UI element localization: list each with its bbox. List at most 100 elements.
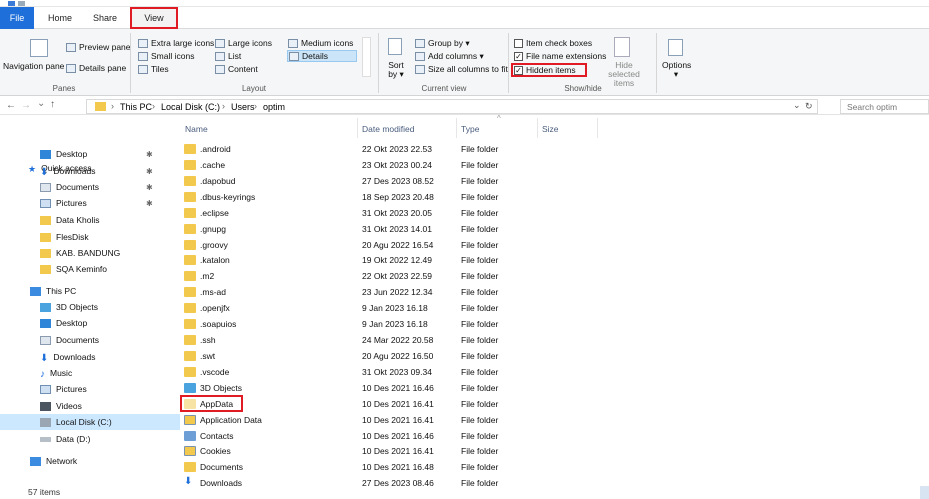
item-check-boxes-toggle[interactable]: Item check boxes <box>514 38 592 48</box>
shortcut-folder-icon <box>184 446 196 457</box>
forward-button[interactable]: → <box>21 100 31 111</box>
nav-pictures-pc[interactable]: Pictures <box>0 381 180 397</box>
layout-large-icons[interactable]: Large icons <box>215 38 272 48</box>
refresh-icon[interactable]: ↻ <box>805 101 813 112</box>
address-dropdown-button[interactable]: ⌄ <box>793 100 801 111</box>
file-row[interactable]: .m2 22 Okt 2023 22.59 File folder <box>180 268 600 284</box>
file-row[interactable]: .soapuios 9 Jan 2023 16.18 File folder <box>180 316 600 332</box>
breadcrumb-users[interactable]: Users <box>231 102 255 112</box>
file-row[interactable]: Contacts 10 Des 2021 16.46 File folder <box>180 428 600 444</box>
nav-desktop[interactable]: Desktop ✱ <box>0 146 180 162</box>
file-name-extensions-toggle[interactable]: ✓ File name extensions <box>514 51 606 61</box>
scrollbar[interactable] <box>920 486 929 499</box>
file-row[interactable]: .gnupg 31 Okt 2023 14.01 File folder <box>180 221 600 237</box>
breadcrumb-optim[interactable]: optim <box>263 102 285 112</box>
file-row[interactable]: Documents 10 Des 2021 16.48 File folder <box>180 459 600 475</box>
layout-content[interactable]: Content <box>215 64 258 74</box>
tab-share[interactable]: Share <box>80 7 130 29</box>
column-divider[interactable] <box>357 118 358 138</box>
nav-data-d[interactable]: Data (D:) <box>0 431 180 447</box>
column-header-date-modified[interactable]: Date modified <box>362 124 414 134</box>
layout-medium-icons[interactable]: Medium icons <box>288 38 353 48</box>
file-row[interactable]: .vscode 31 Okt 2023 09.34 File folder <box>180 364 600 380</box>
file-row[interactable]: .cache 23 Okt 2023 00.24 File folder <box>180 157 600 173</box>
file-row[interactable]: .android 22 Okt 2023 22.53 File folder <box>180 141 600 157</box>
file-row[interactable]: .eclipse 31 Okt 2023 20.05 File folder <box>180 205 600 221</box>
layout-small-icons[interactable]: Small icons <box>138 51 194 61</box>
nav-videos[interactable]: Videos <box>0 398 180 414</box>
nav-downloads[interactable]: ⬇ Downloads ✱ <box>0 163 180 179</box>
file-row[interactable]: .ssh 24 Mar 2022 20.58 File folder <box>180 332 600 348</box>
options-icon[interactable] <box>668 39 683 56</box>
ribbon-separator <box>508 33 509 93</box>
column-divider[interactable] <box>456 118 457 138</box>
nav-label: Downloads <box>53 352 96 362</box>
file-row[interactable]: AppData 10 Des 2021 16.41 File folder <box>180 394 600 412</box>
nav-flesdisk[interactable]: FlesDisk <box>0 229 180 245</box>
column-header-name[interactable]: Name <box>185 124 208 134</box>
hidden-items-toggle[interactable]: ✓ Hidden items <box>511 63 587 77</box>
hide-selected-items-icon[interactable] <box>614 37 630 57</box>
layout-tiles[interactable]: Tiles <box>138 64 169 74</box>
preview-pane-button[interactable]: Preview pane <box>66 42 131 52</box>
nav-downloads-pc[interactable]: ⬇ Downloads <box>0 349 180 365</box>
nav-network[interactable]: Network <box>0 453 180 469</box>
file-row[interactable]: 3D Objects 10 Des 2021 16.46 File folder <box>180 380 600 396</box>
tab-file[interactable]: File <box>0 7 34 29</box>
search-input[interactable]: Search optim <box>840 99 929 114</box>
shortcut-folder-icon <box>184 414 196 425</box>
nav-label: KAB. BANDUNG <box>56 248 121 258</box>
size-all-columns-button[interactable]: Size all columns to fit <box>415 64 508 74</box>
hidden-items-checkbox[interactable]: ✓ <box>514 65 523 75</box>
layout-gallery-scroll[interactable] <box>362 37 371 77</box>
file-row[interactable]: .ms-ad 23 Jun 2022 12.34 File folder <box>180 284 600 300</box>
file-row[interactable]: .swt 20 Agu 2022 16.50 File folder <box>180 348 600 364</box>
nav-music[interactable]: ♪ Music <box>0 365 180 381</box>
address-bar[interactable]: › This PC › Local Disk (C:) › Users › op… <box>86 99 818 114</box>
nav-sqa-keminfo[interactable]: SQA Keminfo <box>0 261 180 277</box>
file-row[interactable]: .dbus-keyrings 18 Sep 2023 20.48 File fold… <box>180 189 600 205</box>
options-button[interactable]: Options ▾ <box>662 61 691 79</box>
up-button[interactable]: ↑ <box>50 99 55 110</box>
file-type: File folder <box>461 430 499 441</box>
nav-local-disk[interactable]: Local Disk (C:) <box>0 414 180 430</box>
nav-documents[interactable]: Documents ✱ <box>0 179 180 195</box>
file-row[interactable]: Application Data 10 Des 2021 16.41 File fo… <box>180 412 600 428</box>
file-row[interactable]: .groovy 20 Agu 2022 16.54 File folder <box>180 237 600 253</box>
layout-details[interactable]: Details <box>287 50 357 62</box>
sort-by-icon[interactable] <box>388 38 402 55</box>
file-row[interactable]: .dapobud 27 Des 2023 08.52 File folder <box>180 173 600 189</box>
breadcrumb-local-disk[interactable]: Local Disk (C:) <box>161 102 220 112</box>
item-check-boxes-checkbox[interactable] <box>514 38 523 48</box>
nav-desktop-pc[interactable]: Desktop <box>0 315 180 331</box>
navigation-pane-button[interactable]: Navigation pane ▾ <box>2 62 72 71</box>
group-by-button[interactable]: Group by ▾ <box>415 38 470 49</box>
nav-documents-pc[interactable]: Documents <box>0 332 180 348</box>
details-pane-button[interactable]: Details pane <box>66 63 126 73</box>
nav-3d-objects[interactable]: 3D Objects <box>0 299 180 315</box>
recent-locations-button[interactable]: ⌄ <box>37 98 45 109</box>
layout-list[interactable]: List <box>215 51 241 61</box>
nav-data-kholis[interactable]: Data Kholis <box>0 212 180 228</box>
nav-pictures[interactable]: Pictures ✱ <box>0 195 180 211</box>
back-button[interactable]: ← <box>6 100 16 111</box>
layout-extra-large-icons[interactable]: Extra large icons <box>138 38 214 48</box>
file-name-extensions-checkbox[interactable]: ✓ <box>514 51 523 61</box>
file-row[interactable]: .openjfx 9 Jan 2023 16.18 File folder <box>180 300 600 316</box>
sort-by-button[interactable]: Sort by ▾ <box>384 61 408 79</box>
nav-this-pc[interactable]: This PC <box>0 283 180 299</box>
column-divider[interactable] <box>537 118 538 138</box>
quick-access-toolbar-icon[interactable] <box>18 1 25 6</box>
navigation-pane-icon[interactable] <box>30 39 48 57</box>
column-header-type[interactable]: Type <box>461 124 479 134</box>
tab-home[interactable]: Home <box>40 7 80 29</box>
file-row[interactable]: Cookies 10 Des 2021 16.41 File folder <box>180 443 600 459</box>
file-row[interactable]: .katalon 19 Okt 2022 12.49 File folder <box>180 252 600 268</box>
nav-label: 3D Objects <box>56 302 99 312</box>
column-divider[interactable] <box>597 118 598 138</box>
column-header-size[interactable]: Size <box>542 124 559 134</box>
nav-kab-bandung[interactable]: KAB. BANDUNG <box>0 245 180 261</box>
add-columns-button[interactable]: Add columns ▾ <box>415 51 484 62</box>
breadcrumb-this-pc[interactable]: This PC <box>120 102 152 112</box>
tab-view[interactable]: View <box>130 7 178 29</box>
